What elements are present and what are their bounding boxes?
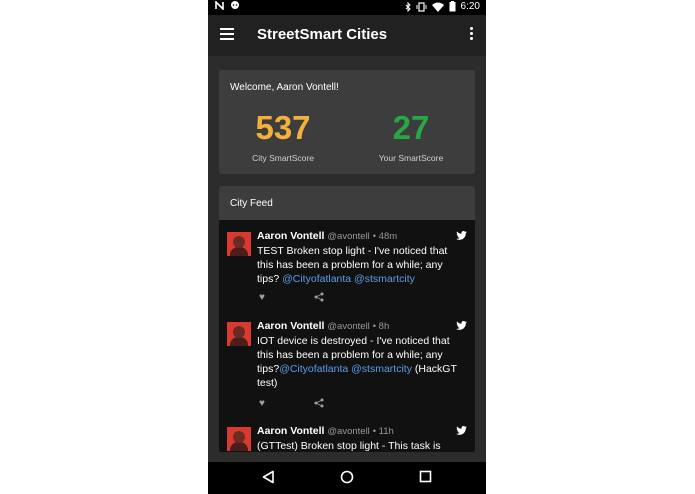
share-icon[interactable] — [314, 292, 324, 302]
tweet-text: IOT device is destroyed - I've noticed t… — [257, 335, 457, 389]
tweet-author[interactable]: Aaron Vontell @avontell • 8h — [257, 320, 389, 332]
tweet-mentions[interactable]: @Cityofatlanta @stsmartcity — [279, 363, 412, 375]
like-icon[interactable]: ♥ — [259, 398, 265, 409]
city-feed-card: City Feed Aaron Vontell @avontell • 48m … — [219, 186, 475, 452]
tweet-mentions[interactable]: @Cityofatlanta @stsmartcity — [282, 273, 415, 285]
city-score-label: City SmartScore — [252, 153, 314, 163]
chat-icon — [231, 1, 239, 9]
avatar[interactable] — [227, 322, 251, 346]
twitter-bird-icon — [456, 321, 467, 330]
twitter-bird-icon — [456, 426, 467, 435]
app-title: StreetSmart Cities — [257, 26, 388, 43]
welcome-greeting: Welcome, Aaron Vontell! — [230, 82, 339, 93]
phone-screen: 6:20 StreetSmart Cities Welcome, Aaron V… — [208, 0, 486, 494]
twitter-bird-icon — [456, 231, 467, 240]
tweet-author[interactable]: Aaron Vontell @avontell • 11h — [257, 425, 394, 437]
menu-icon[interactable] — [220, 28, 234, 40]
tweet-handle: @avontell — [327, 231, 370, 242]
like-icon[interactable]: ♥ — [259, 292, 265, 303]
n-icon — [215, 1, 224, 10]
avatar[interactable] — [227, 427, 251, 451]
city-score-value: 537 — [255, 109, 311, 146]
city-score: 537 City SmartScore — [219, 109, 347, 164]
app-bar: StreetSmart Cities — [208, 15, 486, 56]
overflow-menu-icon[interactable] — [470, 27, 474, 41]
your-score-label: Your SmartScore — [378, 153, 444, 163]
home-icon[interactable] — [340, 470, 354, 484]
recents-icon[interactable] — [419, 470, 432, 483]
tweet-time: • 11h — [372, 426, 394, 437]
tweet-time: • 8h — [372, 321, 390, 332]
bluetooth-icon — [405, 1, 411, 12]
your-score: 27 Your SmartScore — [347, 109, 475, 164]
tweet-handle: @avontell — [327, 321, 370, 332]
tweet-handle: @avontell — [327, 426, 370, 437]
navigation-bar — [208, 462, 486, 494]
tweet-author[interactable]: Aaron Vontell @avontell • 48m — [257, 230, 397, 242]
your-score-value: 27 — [392, 109, 430, 146]
vibrate-icon — [416, 1, 427, 12]
city-feed-title: City Feed — [230, 198, 273, 209]
tweet-text: TEST Broken stop light - I've noticed th… — [257, 245, 448, 285]
battery-icon — [449, 1, 456, 12]
status-time: 6:20 — [460, 1, 480, 12]
avatar[interactable] — [227, 232, 251, 256]
tweet-actions: ♥ — [259, 292, 329, 303]
back-icon[interactable] — [262, 470, 275, 484]
tweet-actions: ♥ — [259, 398, 329, 409]
tweet-time: • 48m — [372, 231, 398, 242]
share-icon[interactable] — [314, 398, 324, 408]
status-bar: 6:20 — [208, 0, 486, 15]
wifi-icon — [431, 2, 444, 12]
city-feed-header: City Feed — [219, 186, 475, 220]
tweet-text: (GTTest) Broken stop light - This task i… — [257, 440, 441, 452]
welcome-card: Welcome, Aaron Vontell! 537 City SmartSc… — [219, 70, 475, 174]
